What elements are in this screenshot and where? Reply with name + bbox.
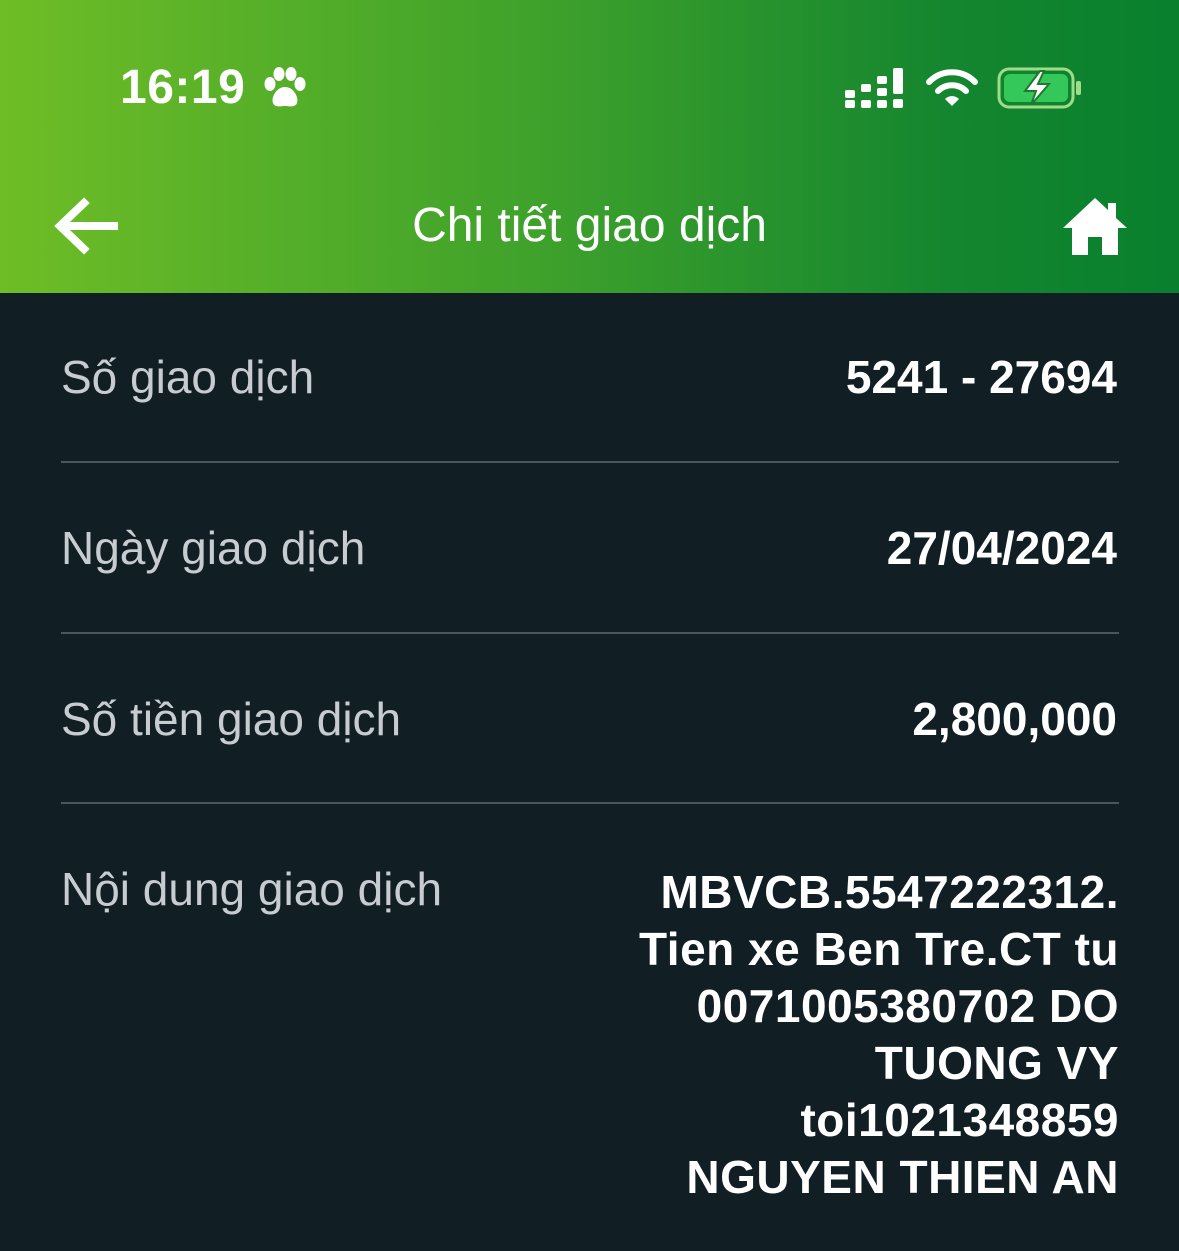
transaction-content-line: TUONG VY: [874, 1037, 1119, 1089]
transaction-amount-label: Số tiền giao dịch: [61, 693, 402, 745]
transaction-date-label: Ngày giao dịch: [61, 522, 366, 574]
transaction-content-line: 0071005380702 DO: [696, 980, 1119, 1032]
page-title: Chi tiết giao dịch: [412, 199, 767, 252]
app-header: 16:19 Chi tiết giao dịch: [0, 0, 1179, 293]
signal-icon: [845, 68, 903, 108]
status-time: 16:19: [120, 61, 246, 114]
transaction-content-label: Nội dung giao dịch: [61, 863, 443, 915]
battery-charging-icon: [997, 67, 1081, 109]
home-icon[interactable]: [1060, 193, 1130, 259]
transaction-number-label: Số giao dịch: [61, 351, 315, 403]
transaction-content-line: Tien xe Ben Tre.CT tu: [639, 923, 1119, 975]
divider: [61, 632, 1119, 634]
paw-icon: [264, 67, 306, 107]
transaction-content-line: MBVCB.5547222312.: [660, 866, 1119, 918]
wifi-icon: [926, 69, 978, 106]
transaction-amount-value: 2,800,000: [912, 693, 1117, 745]
divider: [61, 461, 1119, 463]
transaction-content-line: NGUYEN THIEN AN: [686, 1151, 1119, 1203]
transaction-content-value: MBVCB.5547222312. Tien xe Ben Tre.CT tu …: [560, 864, 1119, 1206]
transaction-date-value: 27/04/2024: [886, 522, 1117, 574]
divider: [61, 802, 1119, 804]
transaction-number-value: 5241 - 27694: [845, 351, 1117, 403]
transaction-content-line: toi1021348859: [800, 1094, 1119, 1146]
